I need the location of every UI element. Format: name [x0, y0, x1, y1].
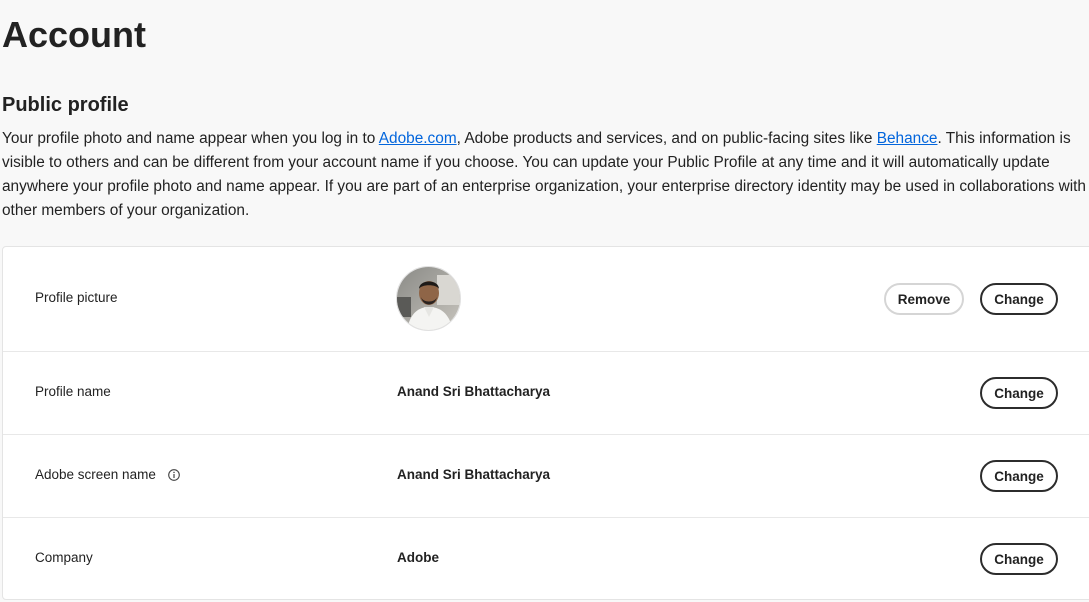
account-page: Account Public profile Your profile phot…	[0, 0, 1089, 602]
screen-name-label: Adobe screen name	[35, 467, 156, 482]
page-title: Account	[2, 14, 146, 55]
change-profile-name-button[interactable]: Change	[980, 377, 1058, 409]
profile-name-label: Profile name	[35, 384, 111, 399]
description-text-2: , Adobe products and services, and on pu…	[456, 130, 877, 147]
change-company-button[interactable]: Change	[980, 543, 1058, 575]
profile-name-value: Anand Sri Bhattacharya	[397, 384, 551, 399]
public-profile-description: Your profile photo and name appear when …	[2, 127, 1089, 223]
behance-link[interactable]: Behance	[877, 130, 938, 147]
change-screen-name-button[interactable]: Change	[980, 460, 1058, 492]
info-icon[interactable]	[167, 468, 180, 481]
screen-name-row: Adobe screen name Anand Sri Bhattacharya…	[3, 435, 1089, 518]
profile-picture-label: Profile picture	[35, 290, 118, 305]
profile-avatar	[396, 266, 461, 331]
profile-name-row: Profile name Anand Sri Bhattacharya Chan…	[3, 352, 1089, 435]
remove-picture-button[interactable]: Remove	[884, 283, 964, 315]
change-picture-button[interactable]: Change	[980, 283, 1058, 315]
public-profile-card: Profile picture Remove Change Profile na…	[2, 246, 1089, 600]
description-text-1: Your profile photo and name appear when …	[2, 130, 379, 147]
company-value: Adobe	[397, 550, 439, 565]
public-profile-heading: Public profile	[2, 94, 129, 116]
screen-name-value: Anand Sri Bhattacharya	[397, 467, 551, 482]
company-row: Company Adobe Change	[3, 518, 1089, 600]
screen-name-label-group: Adobe screen name	[35, 467, 180, 482]
company-label: Company	[35, 550, 93, 565]
profile-picture-row: Profile picture Remove Change	[3, 247, 1089, 352]
avatar-image	[397, 267, 460, 330]
adobe-com-link[interactable]: Adobe.com	[379, 130, 457, 147]
